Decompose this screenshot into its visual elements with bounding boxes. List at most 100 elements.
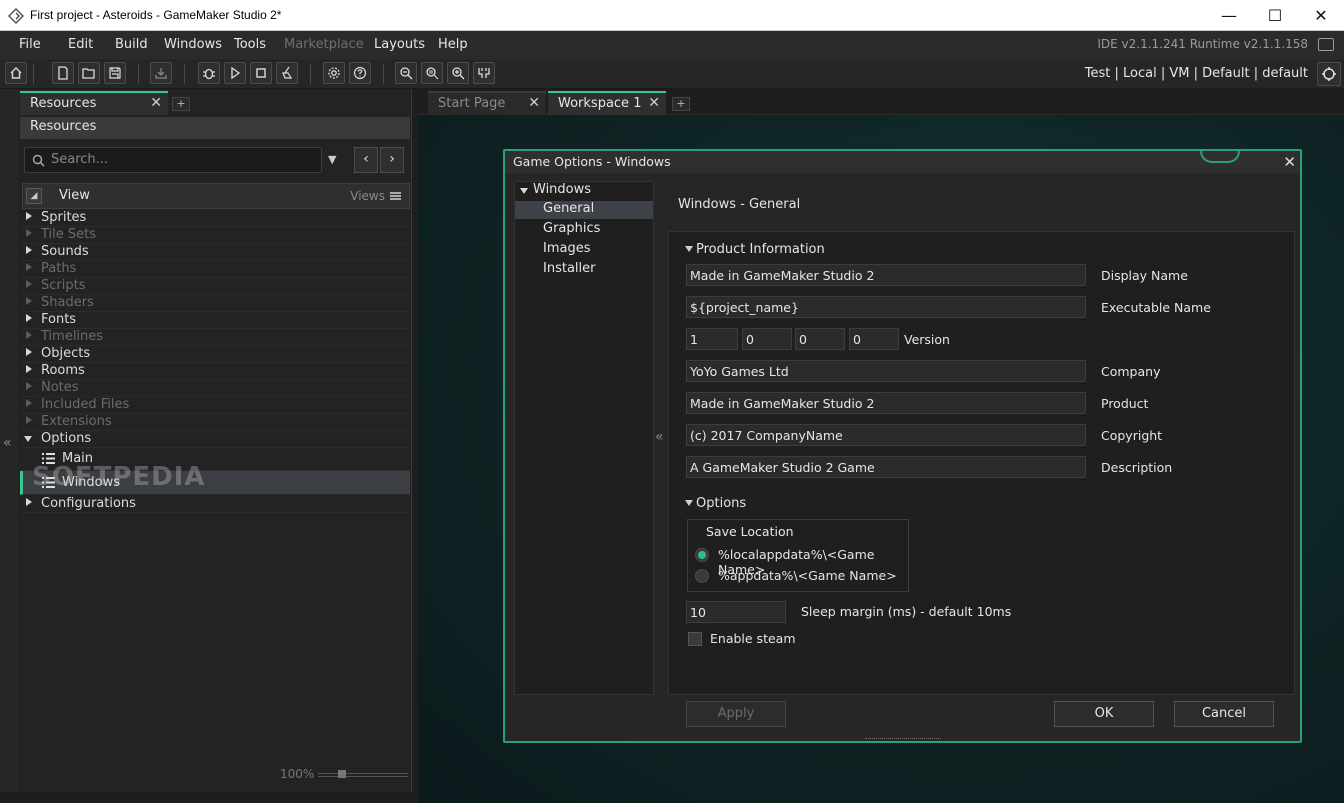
menu-layouts[interactable]: Layouts xyxy=(374,37,425,52)
view-toggle-icon[interactable]: ◢ xyxy=(26,188,42,204)
executable-name-field[interactable] xyxy=(686,296,1086,318)
close-tab-icon[interactable]: ✕ xyxy=(150,95,162,111)
expand-arrow-icon[interactable] xyxy=(26,399,32,407)
expand-arrow-icon[interactable] xyxy=(26,331,32,339)
localappdata-radio[interactable] xyxy=(695,548,709,562)
zoom-slider-handle[interactable] xyxy=(338,770,346,778)
expand-arrow-icon[interactable] xyxy=(26,263,32,271)
tab-workspace-1[interactable]: Workspace 1 ✕ xyxy=(548,91,666,115)
expand-arrow-icon[interactable] xyxy=(26,280,32,288)
zoom-out-button[interactable] xyxy=(395,62,417,84)
left-dock-collapse[interactable]: « xyxy=(0,89,18,792)
stop-button[interactable] xyxy=(250,62,272,84)
tree-item-rooms[interactable]: Rooms xyxy=(20,363,410,380)
next-result-button[interactable]: › xyxy=(380,147,404,173)
views-label[interactable]: Views xyxy=(350,189,385,203)
add-tab-button[interactable]: + xyxy=(172,97,190,111)
menu-file[interactable]: File xyxy=(19,37,41,52)
previous-result-button[interactable]: ‹ xyxy=(354,147,378,173)
zoom-reset-button[interactable] xyxy=(421,62,443,84)
nav-installer[interactable]: Installer xyxy=(515,261,653,279)
version-major-field[interactable] xyxy=(686,328,738,350)
tab-start-page[interactable]: Start Page ✕ xyxy=(428,91,546,115)
display-name-field[interactable] xyxy=(686,264,1086,286)
menu-windows[interactable]: Windows xyxy=(164,37,222,52)
game-options-button[interactable] xyxy=(473,62,495,84)
menu-tools[interactable]: Tools xyxy=(234,37,266,52)
tree-item-timelines[interactable]: Timelines xyxy=(20,329,410,346)
collapse-arrow-icon[interactable] xyxy=(685,246,693,252)
close-icon[interactable]: ✕ xyxy=(1283,153,1296,171)
tree-item-tile-sets[interactable]: Tile Sets xyxy=(20,227,410,244)
menu-icon[interactable] xyxy=(390,192,401,200)
create-executable-button[interactable] xyxy=(150,62,172,84)
minimize-button[interactable]: — xyxy=(1206,0,1252,31)
tree-item-sounds[interactable]: Sounds xyxy=(20,244,410,261)
sleep-margin-field[interactable] xyxy=(686,601,786,623)
tree-item-shaders[interactable]: Shaders xyxy=(20,295,410,312)
zoom-slider[interactable] xyxy=(318,773,408,777)
chat-icon[interactable] xyxy=(1318,38,1334,51)
version-minor-field[interactable] xyxy=(742,328,792,350)
open-project-button[interactable] xyxy=(78,62,100,84)
expand-arrow-icon[interactable] xyxy=(26,498,32,506)
tree-item-fonts[interactable]: Fonts xyxy=(20,312,410,329)
nav-general[interactable]: General xyxy=(515,201,653,219)
tree-item-paths[interactable]: Paths xyxy=(20,261,410,278)
enable-steam-checkbox[interactable] xyxy=(688,632,702,646)
home-button[interactable] xyxy=(5,62,27,84)
close-tab-icon[interactable]: ✕ xyxy=(648,95,660,111)
preferences-button[interactable] xyxy=(323,62,345,84)
expand-arrow-icon[interactable] xyxy=(26,382,32,390)
expand-arrow-icon[interactable] xyxy=(26,246,32,254)
copyright-field[interactable] xyxy=(686,424,1086,446)
product-information-section[interactable]: Product Information xyxy=(685,242,825,257)
expand-arrow-icon[interactable] xyxy=(26,348,32,356)
ok-button[interactable]: OK xyxy=(1054,701,1154,727)
tree-item-sprites[interactable]: Sprites xyxy=(20,210,410,227)
product-field[interactable] xyxy=(686,392,1086,414)
version-build-field[interactable] xyxy=(795,328,845,350)
chevron-down-icon[interactable]: ▼ xyxy=(328,153,336,166)
tree-item-notes[interactable]: Notes xyxy=(20,380,410,397)
help-button[interactable] xyxy=(349,62,371,84)
nav-windows[interactable]: Windows xyxy=(515,182,653,200)
collapse-arrow-icon[interactable] xyxy=(24,436,32,442)
run-button[interactable] xyxy=(224,62,246,84)
nav-images[interactable]: Images xyxy=(515,241,653,259)
clean-button[interactable] xyxy=(276,62,298,84)
tree-item-configurations[interactable]: Configurations xyxy=(20,496,410,513)
add-workspace-button[interactable]: + xyxy=(672,97,690,111)
close-tab-icon[interactable]: ✕ xyxy=(528,95,540,111)
maximize-button[interactable]: ☐ xyxy=(1252,0,1298,31)
expand-arrow-icon[interactable] xyxy=(26,212,32,220)
new-project-button[interactable] xyxy=(52,62,74,84)
collapse-arrow-icon[interactable] xyxy=(520,188,528,194)
target-selector[interactable]: Test | Local | VM | Default | default xyxy=(1085,66,1308,81)
tree-item-scripts[interactable]: Scripts xyxy=(20,278,410,295)
close-window-button[interactable]: ✕ xyxy=(1298,0,1344,31)
expand-arrow-icon[interactable] xyxy=(26,229,32,237)
collapse-arrow-icon[interactable] xyxy=(685,500,693,506)
apply-button[interactable]: Apply xyxy=(686,701,786,727)
menu-build[interactable]: Build xyxy=(115,37,148,52)
tree-item-options[interactable]: Options xyxy=(20,431,410,448)
tree-item-extensions[interactable]: Extensions xyxy=(20,414,410,431)
tree-item-objects[interactable]: Objects xyxy=(20,346,410,363)
cancel-button[interactable]: Cancel xyxy=(1174,701,1274,727)
expand-arrow-icon[interactable] xyxy=(26,297,32,305)
zoom-in-button[interactable] xyxy=(447,62,469,84)
target-button[interactable] xyxy=(1317,62,1341,86)
expand-arrow-icon[interactable] xyxy=(26,365,32,373)
menu-edit[interactable]: Edit xyxy=(68,37,93,52)
tree-item-included-files[interactable]: Included Files xyxy=(20,397,410,414)
resize-grip[interactable] xyxy=(865,738,941,741)
description-field[interactable] xyxy=(686,456,1086,478)
menu-help[interactable]: Help xyxy=(438,37,468,52)
options-section[interactable]: Options xyxy=(685,496,746,511)
search-input[interactable]: Search... xyxy=(24,147,322,173)
tab-resources[interactable]: Resources ✕ xyxy=(20,91,168,115)
expand-arrow-icon[interactable] xyxy=(26,314,32,322)
expand-arrow-icon[interactable] xyxy=(26,416,32,424)
version-revision-field[interactable] xyxy=(849,328,899,350)
